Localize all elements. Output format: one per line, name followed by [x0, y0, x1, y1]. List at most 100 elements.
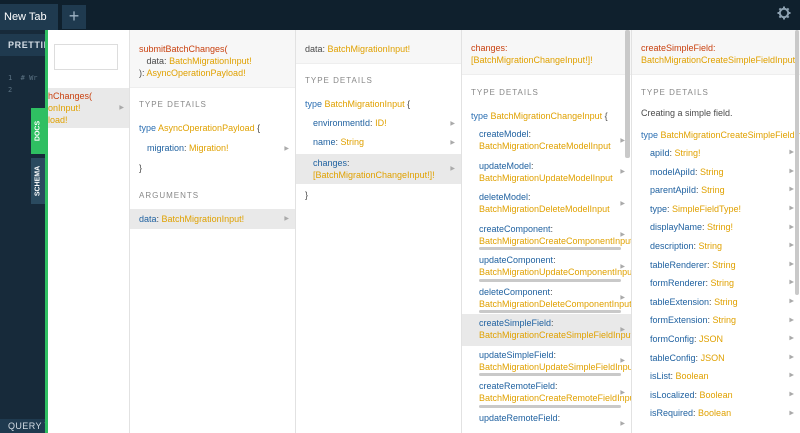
chevron-right-icon: ▶: [284, 216, 289, 222]
field-type-link[interactable]: String: [713, 315, 737, 325]
chevron-right-icon: ▶: [789, 261, 794, 268]
field-type-link[interactable]: BatchMigrationDeleteModelInput: [479, 204, 610, 214]
list-item-field-table-extension[interactable]: tableExtension: String ▶: [632, 293, 800, 312]
field-type-link[interactable]: String: [699, 241, 723, 251]
field-type-link[interactable]: Boolean: [700, 390, 733, 400]
list-item-field-update-component[interactable]: updateComponent: BatchMigrationUpdateComp…: [462, 251, 631, 283]
field-type-link[interactable]: String: [341, 137, 365, 147]
header-type-link[interactable]: BatchMigrationCreateSimpleFieldInput: [641, 55, 795, 65]
type-description: Creating a simple field.: [632, 107, 800, 119]
schema-tab[interactable]: SCHEMA: [31, 158, 45, 204]
field-type-link[interactable]: String: [700, 167, 724, 177]
query-variables-toggle[interactable]: QUERY VA: [0, 419, 48, 433]
arg-type-link[interactable]: BatchMigrationInput!: [169, 56, 252, 66]
list-item-field-create-model[interactable]: createModel: BatchMigrationCreateModelInp…: [462, 125, 631, 157]
field-name: modelApiId: [650, 166, 696, 177]
field-type-link[interactable]: BatchMigrationCreateRemoteFieldInput: [479, 393, 631, 403]
list-item-field-form-config[interactable]: formConfig: JSON ▶: [632, 330, 800, 349]
field-type-link[interactable]: String: [701, 185, 725, 195]
field-type-link[interactable]: Boolean: [676, 371, 709, 381]
field-type-link[interactable]: BatchMigrationUpdateComponentInput: [479, 267, 631, 277]
list-item-field-model-api-id[interactable]: modelApiId: String ▶: [632, 163, 800, 182]
list-item-field-name[interactable]: name: String ▶: [296, 136, 461, 150]
list-item-submit-batch-changes[interactable]: hChanges( onInput! load! ▶: [48, 88, 129, 128]
header-type-link[interactable]: BatchMigrationInput!: [328, 44, 411, 54]
field-type-link[interactable]: BatchMigrationDeleteComponentInput: [479, 299, 631, 309]
chevron-right-icon: ▶: [789, 410, 794, 417]
arg-type-link[interactable]: BatchMigrationInput!: [162, 214, 245, 224]
type-name-link[interactable]: BatchMigrationCreateSimpleFieldInp: [661, 130, 800, 140]
docs-column-create-simple-field: createSimpleField: BatchMigrationCreateS…: [632, 30, 800, 433]
docs-search-input[interactable]: [54, 44, 118, 70]
field-type-link[interactable]: BatchMigrationUpdateSimpleFieldInput: [479, 362, 631, 372]
list-item-field-delete-model[interactable]: deleteModel: BatchMigrationDeleteModelInp…: [462, 188, 631, 220]
chevron-right-icon: ▶: [620, 358, 625, 365]
list-item-field-create-component[interactable]: createComponent: BatchMigrationCreateComp…: [462, 220, 631, 252]
field-type-link[interactable]: BatchMigrationCreateModelInput: [479, 141, 611, 151]
field-type-link[interactable]: BatchMigrationCreateSimpleFieldInput: [479, 330, 631, 340]
type-name-link[interactable]: BatchMigrationChangeInput: [491, 111, 603, 121]
list-item-field-api-id[interactable]: apiId: String! ▶: [632, 144, 800, 163]
tab-new-tab[interactable]: New Tab: [0, 4, 58, 30]
field-type-link[interactable]: SimpleFieldType!: [672, 204, 741, 214]
brace-open: {: [257, 123, 261, 133]
docs-tab-label: DOCS: [34, 120, 42, 142]
type-name-link[interactable]: BatchMigrationInput: [325, 99, 405, 109]
list-item-field-migration[interactable]: migration: Migration! ▶: [130, 142, 295, 156]
list-item-field-table-config[interactable]: tableConfig: JSON ▶: [632, 349, 800, 368]
field-type-link[interactable]: BatchMigrationCreateComponentInput: [479, 236, 631, 246]
field-type-link[interactable]: String: [712, 260, 736, 270]
field-type-link[interactable]: BatchMigrationUpdateModelInput: [479, 173, 613, 183]
list-item-field-description[interactable]: description: String ▶: [632, 237, 800, 256]
list-item-field-changes[interactable]: changes: [BatchMigrationChangeInput!]! ▶: [296, 154, 461, 184]
list-item-field-form-extension[interactable]: formExtension: String ▶: [632, 311, 800, 330]
gear-icon[interactable]: [777, 6, 791, 20]
list-item-field-update-simple-field[interactable]: updateSimpleField: BatchMigrationUpdateSi…: [462, 346, 631, 378]
prettify-button[interactable]: PRETTIFY: [0, 34, 48, 56]
field-name: updateComponent: [479, 255, 554, 265]
list-item-field-display-name[interactable]: displayName: String! ▶: [632, 218, 800, 237]
field-type-link[interactable]: ID!: [375, 118, 387, 128]
field-type-link[interactable]: String: [711, 278, 735, 288]
list-item-field-delete-component[interactable]: deleteComponent: BatchMigrationDeleteComp…: [462, 283, 631, 315]
field-list: apiId: String! ▶ modelApiId: String ▶ parent…: [632, 144, 800, 423]
list-item-field-update-remote-field[interactable]: updateRemoteField: ▶: [462, 409, 631, 433]
field-name: displayName: [650, 222, 703, 233]
column-header: data: BatchMigrationInput!: [296, 30, 461, 64]
list-item-field-is-localized[interactable]: isLocalized: Boolean ▶: [632, 386, 800, 405]
scrollbar-vertical[interactable]: [795, 30, 799, 295]
field-type-link[interactable]: [BatchMigrationChangeInput!]!: [313, 170, 435, 180]
type-name-link[interactable]: AsyncOperationPayload: [158, 123, 255, 133]
list-item-field-is-list[interactable]: isList: Boolean ▶: [632, 367, 800, 386]
field-type-link[interactable]: String!: [675, 148, 701, 158]
list-item-field-table-renderer[interactable]: tableRenderer: String ▶: [632, 256, 800, 275]
schema-tab-label: SCHEMA: [34, 165, 42, 197]
field-type-link[interactable]: String: [714, 297, 738, 307]
type-keyword: type: [641, 130, 659, 140]
list-item-field-create-remote-field[interactable]: createRemoteField: BatchMigrationCreateRe…: [462, 377, 631, 409]
scrollbar-vertical[interactable]: [625, 30, 630, 158]
chevron-right-icon: ▶: [789, 224, 794, 231]
chevron-right-icon: ▶: [789, 242, 794, 249]
list-item-field-type[interactable]: type: SimpleFieldType! ▶: [632, 200, 800, 219]
list-item-field-form-renderer[interactable]: formRenderer: String ▶: [632, 274, 800, 293]
list-item-field-update-model[interactable]: updateModel: BatchMigrationUpdateModelInp…: [462, 157, 631, 189]
field-type-link[interactable]: JSON: [701, 353, 725, 363]
list-item-field-is-required[interactable]: isRequired: Boolean ▶: [632, 404, 800, 423]
list-item-field-environment-id[interactable]: environmentId: ID! ▶: [296, 117, 461, 131]
docs-tab[interactable]: DOCS: [31, 108, 45, 154]
arg-name: data: [146, 56, 165, 66]
return-type-link[interactable]: AsyncOperationPayload!: [147, 68, 246, 78]
list-item-arg-data[interactable]: data: BatchMigrationInput! ▶: [130, 209, 295, 229]
field-type-link[interactable]: Migration!: [189, 143, 229, 153]
list-item-field-parent-api-id[interactable]: parentApiId: String ▶: [632, 181, 800, 200]
chevron-right-icon: ▶: [789, 354, 794, 361]
chevron-right-icon: ▶: [620, 232, 625, 239]
add-tab-button[interactable]: +: [62, 5, 86, 29]
field-type-link[interactable]: String!: [707, 222, 733, 232]
header-type-link[interactable]: [BatchMigrationChangeInput!]!: [471, 55, 593, 65]
field-type-link[interactable]: Boolean: [698, 408, 731, 418]
chevron-right-icon: ▶: [119, 105, 124, 111]
list-item-field-create-simple-field[interactable]: createSimpleField: BatchMigrationCreateSi…: [462, 314, 631, 346]
field-type-link[interactable]: JSON: [699, 334, 723, 344]
